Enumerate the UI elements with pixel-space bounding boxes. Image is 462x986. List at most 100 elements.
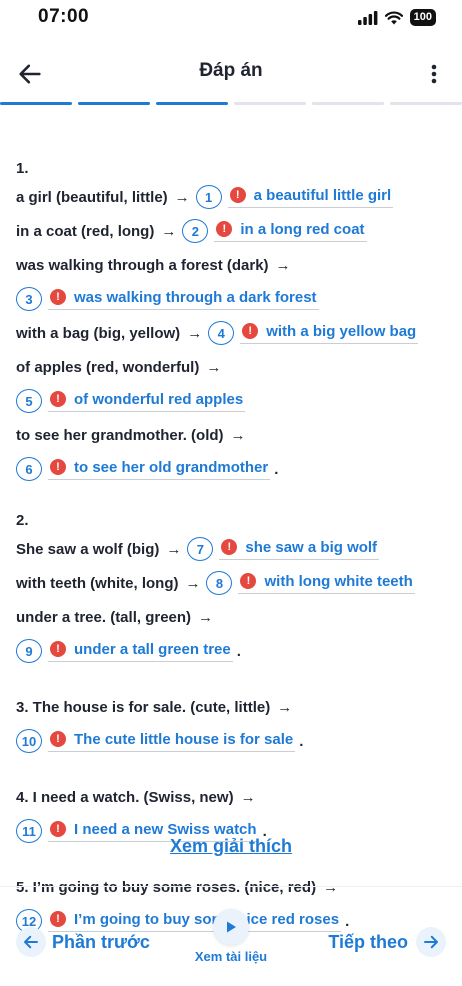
answer-line: 10 ! The cute little house is for sale.	[16, 724, 446, 758]
arrow-right-icon: →	[161, 222, 177, 240]
sentence-period: .	[236, 642, 241, 660]
progress-segment	[312, 102, 384, 105]
answer-number-badge: 3	[16, 287, 42, 311]
question-line: 3. The house is for sale. (cute, little)…	[16, 690, 446, 724]
sentence-period: .	[299, 732, 304, 750]
question-line: 4. I need a watch. (Swiss, new) →	[16, 780, 446, 814]
answer-number-badge: 10	[16, 729, 42, 753]
answer-text: in a long red coat	[240, 220, 365, 238]
error-icon: !	[242, 323, 259, 339]
question-prompt: She saw a wolf (big)	[16, 540, 160, 558]
arrow-right-icon: →	[277, 698, 293, 716]
next-circle	[416, 927, 446, 957]
play-icon	[227, 921, 236, 933]
question-prompt: 3. The house is for sale. (cute, little)	[16, 698, 271, 716]
error-icon: !	[240, 573, 257, 589]
arrow-right-icon: →	[230, 426, 246, 444]
answer-field[interactable]: ! under a tall green tree	[48, 641, 233, 662]
exercise-number: 2.	[16, 511, 29, 529]
arrow-right-icon: →	[187, 324, 203, 342]
arrow-right-icon	[424, 935, 438, 949]
question-prompt: 4. I need a watch. (Swiss, new)	[16, 788, 234, 806]
progress-segment	[78, 102, 150, 105]
app-bar: Đáp án	[0, 44, 462, 100]
arrow-right-icon: →	[166, 540, 182, 558]
error-icon: !	[216, 221, 233, 237]
answer-number-badge: 2	[182, 219, 209, 243]
progress-segment	[156, 102, 228, 105]
status-bar: 07:00 100	[0, 0, 462, 34]
answer-number-badge: 6	[16, 457, 42, 481]
error-icon: !	[50, 391, 66, 407]
answer-text: a beautiful little girl	[253, 186, 392, 204]
arrow-right-icon: →	[275, 256, 291, 274]
question-line: in a coat (red, long) → 2! in a long red co…	[16, 214, 446, 248]
answer-number-badge: 8	[206, 571, 233, 595]
answer-text: under a tall green tree	[74, 640, 231, 658]
question-line: to see her grandmother. (old) →	[16, 418, 446, 452]
arrow-right-icon: →	[185, 574, 201, 592]
progress-segment	[0, 102, 72, 105]
more-options-button[interactable]	[426, 60, 442, 88]
page-title: Đáp án	[199, 60, 263, 81]
play-button[interactable]	[213, 909, 249, 945]
answer-line: 5! of wonderful red apples	[16, 384, 446, 418]
bottom-navigation: Phần trước Xem tài liệu Tiếp theo	[0, 886, 462, 986]
answer-text: The cute little house is for sale	[74, 730, 294, 748]
answer-field[interactable]: ! with a big yellow bag	[240, 322, 419, 344]
status-time: 07:00	[38, 6, 90, 27]
answer-number-badge: 5	[16, 389, 42, 413]
progress-segment	[390, 102, 462, 105]
error-icon: !	[50, 821, 66, 837]
answer-field[interactable]: ! of wonderful red apples	[48, 390, 246, 412]
error-icon: !	[221, 539, 238, 555]
error-icon: !	[229, 187, 246, 203]
answer-field[interactable]: ! to see her old grandmother	[48, 458, 271, 480]
answer-line: 6! to see her old grandmother.	[16, 452, 446, 486]
wifi-icon	[384, 11, 403, 24]
next-button[interactable]: Tiếp theo	[328, 927, 446, 957]
error-icon: !	[50, 641, 66, 657]
answer-field[interactable]: ! in a long red coat	[214, 220, 367, 242]
error-icon: !	[50, 289, 66, 305]
answer-line: 9! under a tall green tree.	[16, 634, 446, 668]
question-line: a girl (beautiful, little) → 1! a beautiful…	[16, 180, 446, 214]
progress-segment	[234, 102, 306, 105]
next-label: Tiếp theo	[328, 931, 408, 952]
answer-number-badge: 7	[187, 537, 214, 561]
progress-bar	[0, 102, 462, 105]
question-line: with teeth (white, long) → 8! with long whi…	[16, 566, 446, 600]
battery-indicator: 100	[409, 9, 436, 26]
question-prompt: of apples (red, wonderful)	[16, 358, 200, 376]
answer-field[interactable]: ! with long white teeth	[238, 573, 415, 594]
exercise-block: 2. She saw a wolf (big) → 7! she saw a big w…	[16, 508, 446, 668]
answer-text: to see her old grandmother	[74, 458, 269, 476]
question-prompt: a girl (beautiful, little)	[16, 188, 168, 206]
question-prompt: in a coat (red, long)	[16, 222, 155, 240]
question-line: under a tree. (tall, green) →	[16, 600, 446, 634]
answer-field[interactable]: ! a beautiful little girl	[227, 186, 394, 208]
answer-field[interactable]: ! was walking through a dark forest	[48, 289, 319, 310]
question-prompt: with teeth (white, long)	[16, 574, 179, 592]
arrow-right-icon: →	[174, 188, 190, 206]
explanation-link[interactable]: Xem giải thích	[170, 836, 292, 856]
question-line: of apples (red, wonderful) →	[16, 350, 446, 384]
exercise-number: 1.	[16, 159, 29, 177]
status-icons: 100	[357, 9, 436, 26]
answer-text: with a big yellow bag	[266, 322, 417, 340]
answer-line: 3 ! was walking through a dark forest	[16, 282, 446, 316]
answer-field[interactable]: ! The cute little house is for sale	[48, 730, 296, 752]
question-line: was walking through a forest (dark) →	[16, 248, 446, 282]
question-prompt: to see her grandmother. (old)	[16, 426, 224, 444]
question-prompt: was walking through a forest (dark)	[16, 256, 269, 274]
answer-number-badge: 9	[16, 639, 42, 663]
question-prompt: under a tree. (tall, green)	[16, 608, 192, 626]
answer-field[interactable]: ! she saw a big wolf	[219, 539, 380, 560]
answer-text: of wonderful red apples	[74, 390, 244, 408]
answer-text: I need a new Swiss watch	[74, 820, 257, 838]
explanation-link-row: Xem giải thích	[0, 836, 462, 857]
sentence-period: .	[274, 460, 279, 478]
error-icon: !	[50, 459, 66, 475]
question-prompt: with a bag (big, yellow)	[16, 324, 181, 342]
signal-icon	[357, 10, 378, 25]
